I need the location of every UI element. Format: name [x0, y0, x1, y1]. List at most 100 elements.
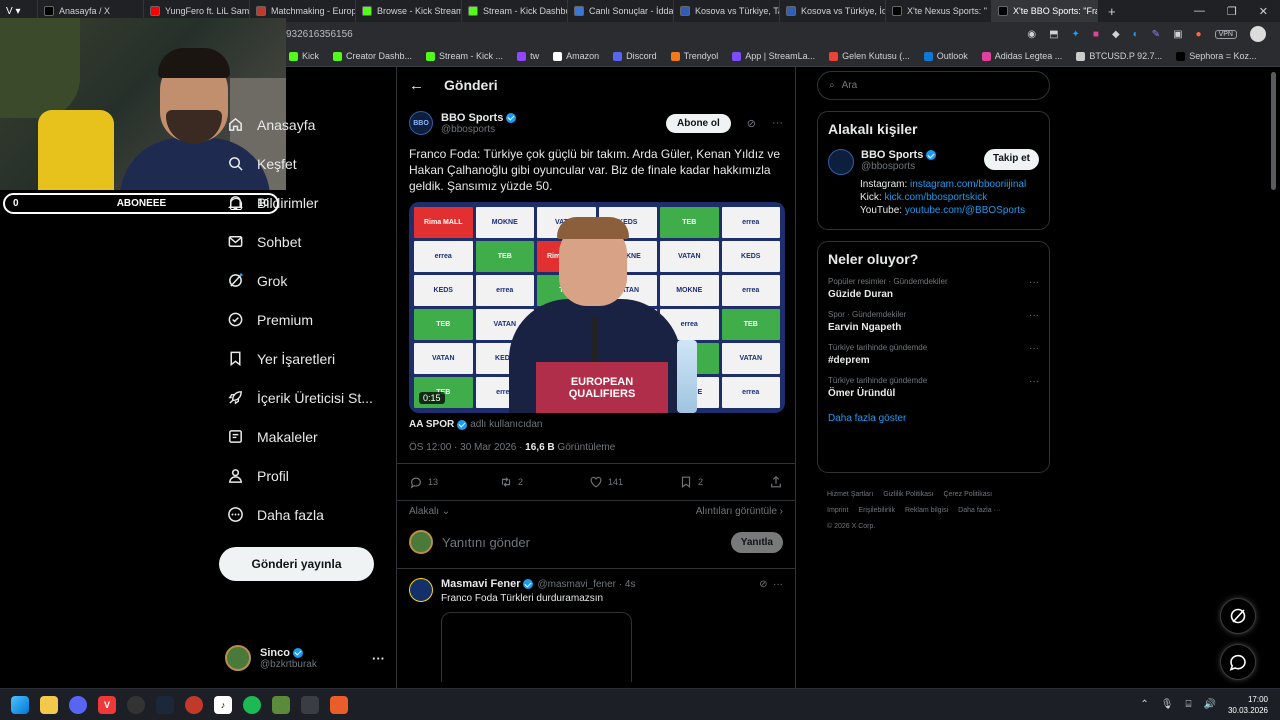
tiktok-icon[interactable]: ♪ [214, 695, 232, 714]
author-handle[interactable]: @bbosports [441, 124, 516, 135]
back-arrow-icon[interactable]: ← [409, 77, 424, 94]
clock[interactable]: 17:00 30.03.2026 [1228, 694, 1268, 716]
reply-author-name[interactable]: Masmavi Fener [441, 578, 534, 590]
close-window-button[interactable]: ✕ [1259, 5, 1268, 18]
messages-fab[interactable] [1220, 644, 1256, 680]
bookmark-item[interactable]: Discord [613, 51, 657, 61]
account-switcher[interactable]: Sinco @bzkrtburak ··· [225, 643, 385, 673]
windows-start-icon[interactable] [11, 695, 29, 714]
follow-button[interactable]: Takip et [983, 149, 1039, 170]
microphone-icon[interactable]: 🎙 [1161, 699, 1174, 710]
app-icon[interactable] [330, 695, 348, 714]
footer-link[interactable]: © 2026 X Corp. [827, 523, 875, 530]
steam-icon[interactable] [156, 695, 174, 714]
browser-tab[interactable]: Canlı Sonuçlar - İddaa S [568, 0, 674, 22]
trend-item[interactable]: Spor · Gündemdekiler Earvin Ngapeth ··· [818, 300, 1049, 333]
footer-link[interactable]: Gizlilik Politikası [883, 491, 933, 498]
like-action[interactable]: 141 [589, 475, 679, 489]
search-input[interactable]: ⌕ Ara [817, 71, 1050, 100]
more-icon[interactable]: ⊘ ··· [759, 579, 783, 590]
grok-fab[interactable] [1220, 598, 1256, 634]
browser-tab[interactable]: Stream - Kick Dashboard [462, 0, 568, 22]
scrollbar[interactable] [1271, 72, 1276, 190]
sort-dropdown[interactable]: Alakalı ⌄ [409, 506, 450, 517]
volume-icon[interactable]: 🔊 [1204, 699, 1216, 710]
sidebar-item-premium[interactable]: Premium [212, 300, 392, 339]
reply-media[interactable] [441, 612, 632, 682]
extension-icon[interactable]: ✦ [1072, 29, 1080, 40]
related-name[interactable]: BBO Sports [861, 149, 937, 161]
extension-icon[interactable]: ■ [1093, 29, 1099, 40]
vpn-badge[interactable]: VPN [1214, 29, 1237, 39]
sidebar-item-more-circle[interactable]: Daha fazla [212, 495, 392, 534]
browser-tab[interactable]: X'te BBO Sports: "Franc✕ [992, 0, 1098, 22]
bookmark-item[interactable]: BTCUSD.P 92.7... [1076, 51, 1162, 61]
reply-button[interactable]: Yanıtla [730, 531, 783, 553]
maximize-button[interactable]: ❐ [1227, 5, 1237, 18]
file-explorer-icon[interactable] [40, 695, 58, 714]
more-icon[interactable]: ··· [1029, 277, 1039, 300]
bookmark-item[interactable]: Adidas Legtea ... [981, 51, 1062, 61]
avatar[interactable] [828, 149, 854, 175]
tray-chevron-icon[interactable]: ⌃ [1140, 699, 1148, 710]
bookmark-action[interactable]: 2 [679, 475, 769, 489]
sidebar-item-mail[interactable]: Sohbet [212, 222, 392, 261]
kick-link[interactable]: kick.com/bbosportskick [884, 192, 987, 203]
subscribe-button[interactable]: Abone ol [666, 113, 731, 133]
grok-icon[interactable]: ⊘ [747, 117, 756, 130]
network-icon[interactable]: ⌸ [1186, 699, 1192, 710]
reply-author-handle[interactable]: @masmavi_fener · 4s [537, 579, 635, 590]
profile-avatar[interactable] [1250, 26, 1266, 42]
extension-icon[interactable]: ◆ [1112, 29, 1120, 40]
instagram-link[interactable]: instagram.com/bbooriijinal [910, 179, 1026, 190]
sidebar-item-article[interactable]: Makaleler [212, 417, 392, 456]
discord-icon[interactable] [69, 695, 87, 714]
spotify-icon[interactable] [243, 695, 261, 714]
author-name[interactable]: BBO Sports [441, 112, 517, 124]
reader-icon[interactable]: ◉ [1027, 29, 1036, 40]
related-handle[interactable]: @bbosports [861, 161, 936, 172]
avatar[interactable] [409, 578, 433, 602]
bookmark-item[interactable]: Kick [289, 51, 319, 61]
sidebar-item-search[interactable]: Keşfet [212, 144, 392, 183]
bookmark-star-icon[interactable]: ⬒ [1049, 29, 1058, 40]
footer-link[interactable]: Erişilebilirlik [858, 507, 895, 514]
browser-tab[interactable]: X'te Nexus Sports: " [886, 0, 992, 22]
sidebar-item-home[interactable]: Anasayfa [212, 105, 392, 144]
vivaldi-icon[interactable]: V [98, 695, 116, 714]
extension-icon[interactable]: ✎ [1152, 29, 1160, 40]
footer-link[interactable]: Imprint [827, 507, 848, 514]
bookmark-item[interactable]: Amazon [553, 51, 599, 61]
repost-action[interactable]: 2 [499, 475, 589, 489]
post-timestamp[interactable]: ÖS 12:00 · 30 Mar 2026 · [409, 442, 525, 453]
url-field[interactable]: 932616356156 [286, 29, 353, 40]
bookmark-item[interactable]: tw [517, 51, 539, 61]
extension-icon[interactable]: ◐ [1133, 29, 1139, 40]
post-button[interactable]: Gönderi yayınla [219, 547, 374, 581]
bookmark-item[interactable]: Outlook [923, 51, 968, 61]
new-tab-button[interactable]: + [1098, 4, 1126, 19]
trend-item[interactable]: Popüler resimler · Gündemdekiler Güzide D… [818, 267, 1049, 300]
app-icon[interactable] [272, 695, 290, 714]
more-icon[interactable]: ··· [1029, 343, 1039, 366]
sidebar-item-person[interactable]: Profil [212, 456, 392, 495]
browser-tab[interactable]: Kosova vs Türkiye, Takım [674, 0, 780, 22]
browser-tab[interactable]: Browse - Kick Streaming [356, 0, 462, 22]
extension-icon[interactable]: ● [1196, 29, 1202, 40]
extension-icon[interactable]: ▣ [1173, 29, 1182, 40]
trend-item[interactable]: Türkiye tarihinde gündemde #deprem ··· [818, 333, 1049, 366]
share-action[interactable] [769, 475, 783, 489]
more-icon[interactable]: ··· [772, 117, 783, 129]
app-icon[interactable] [127, 695, 145, 714]
sidebar-item-bell[interactable]: Bildirimler [212, 183, 392, 222]
more-icon[interactable]: ··· [372, 651, 385, 666]
footer-link[interactable]: Hizmet Şartları [827, 491, 873, 498]
trend-item[interactable]: Türkiye tarihinde gündemde Ömer Üründül ··… [818, 366, 1049, 399]
more-icon[interactable]: ··· [1029, 376, 1039, 399]
footer-link[interactable]: Reklam bilgisi [905, 507, 948, 514]
reply-action[interactable]: 13 [409, 475, 499, 489]
avatar[interactable]: BBO [409, 111, 433, 135]
more-icon[interactable]: ··· [1029, 310, 1039, 333]
bookmark-item[interactable]: Gelen Kutusu (... [829, 51, 910, 61]
app-icon[interactable] [185, 695, 203, 714]
